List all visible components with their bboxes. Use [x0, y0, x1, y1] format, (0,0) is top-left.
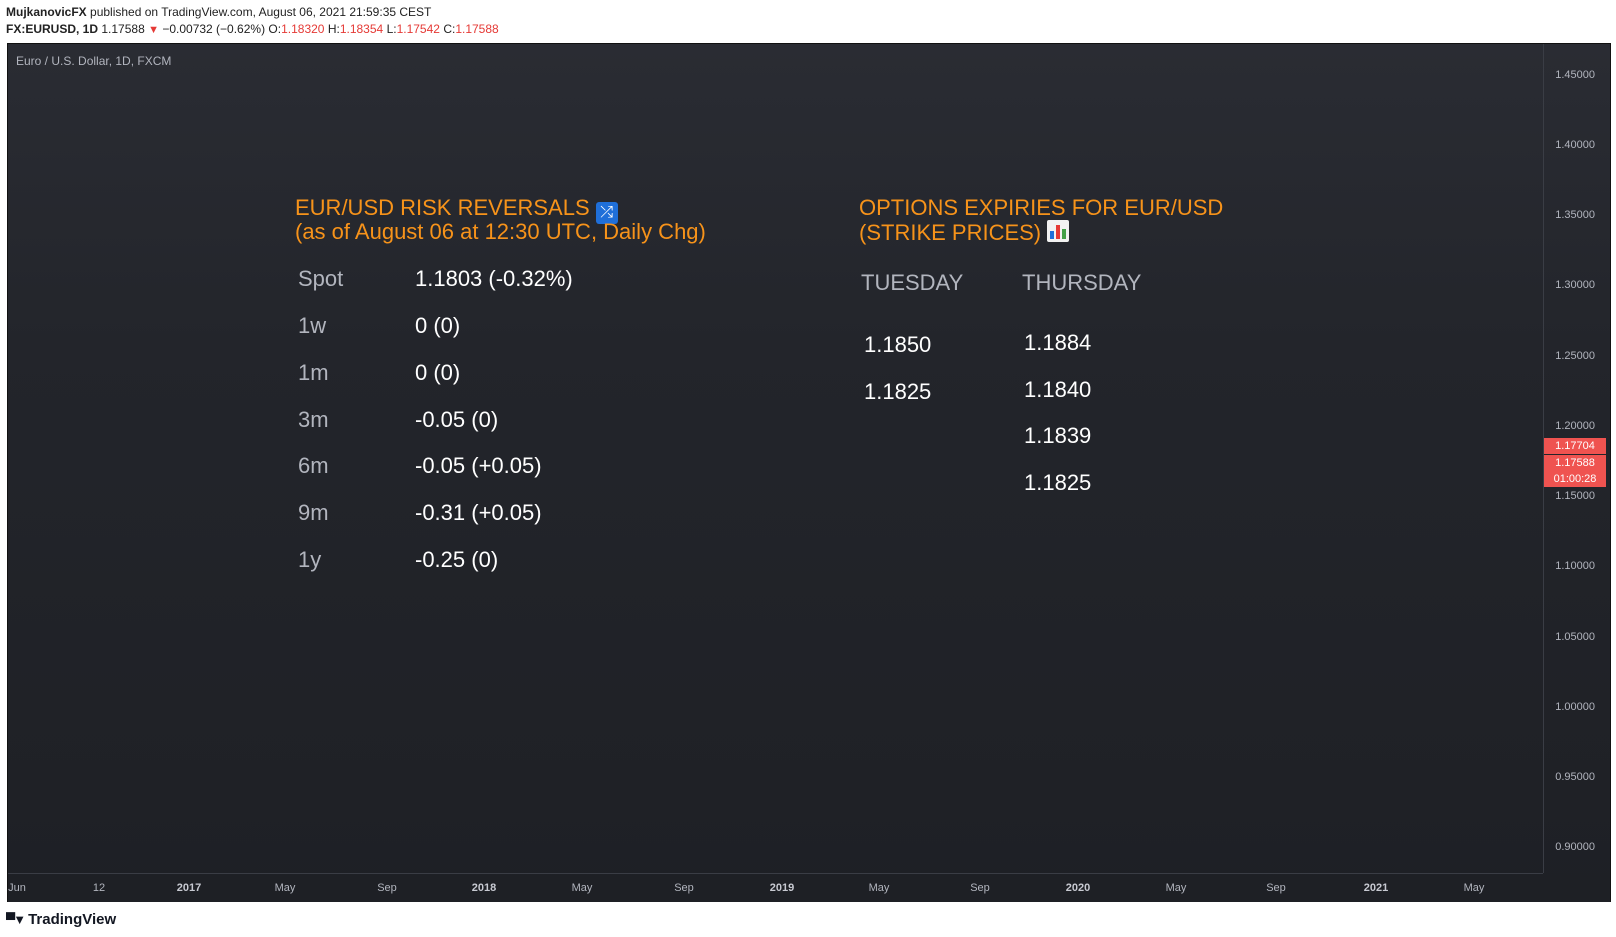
price-tick: 1.15000: [1555, 490, 1595, 502]
rr-value: 1.1803 (-0.32%): [415, 266, 573, 291]
high-price-tag: 1.17704: [1544, 438, 1606, 454]
rr-value: 0 (0): [415, 360, 461, 385]
time-tick: Sep: [1266, 882, 1286, 894]
price-change: −0.00732 (−0.62%): [162, 22, 266, 36]
tradingview-brand: TradingView: [28, 911, 117, 928]
rr-value: -0.25 (0): [415, 547, 499, 572]
time-tick: May: [1463, 882, 1485, 894]
chart-title: Euro / U.S. Dollar, 1D, FXCM: [16, 54, 172, 68]
thursday-strike: 1.1884: [1024, 330, 1092, 355]
price-tick: 0.90000: [1555, 841, 1595, 853]
price-tick: 0.95000: [1555, 771, 1595, 783]
down-arrow-icon: ▼: [148, 24, 159, 36]
time-tick: 2021: [1363, 882, 1389, 894]
time-tick: May: [1165, 882, 1187, 894]
rr-label: 6m: [298, 453, 329, 478]
symbol-name: FX:EURUSD, 1D: [6, 22, 99, 36]
tuesday-strike: 1.1850: [864, 332, 932, 357]
time-tick: 2017: [176, 882, 202, 894]
rr-label: 1w: [298, 313, 327, 338]
author-name[interactable]: MujkanovicFX: [6, 5, 87, 19]
time-tick: Sep: [377, 882, 397, 894]
open-value: 1.18320: [281, 22, 325, 36]
publish-header: MujkanovicFX published on TradingView.co…: [0, 0, 1616, 42]
time-tick: 12: [92, 882, 106, 894]
tradingview-logo-icon: ▀▼: [6, 912, 26, 927]
rr-value: 0 (0): [415, 313, 461, 338]
bar-chart-icon: [1047, 220, 1070, 242]
thursday-strike: 1.1825: [1024, 470, 1092, 495]
chart-pane[interactable]: Euro / U.S. Dollar, 1D, FXCM EUR/USD RIS…: [7, 43, 1611, 903]
last-price-tag: 1.17588: [1544, 455, 1606, 471]
open-label: O:: [268, 22, 282, 36]
rr-label: 1y: [298, 547, 322, 572]
close-value: 1.17588: [455, 22, 499, 36]
price-tick: 1.25000: [1555, 350, 1595, 362]
rr-value: -0.05 (0): [415, 407, 499, 432]
price-tick: 1.10000: [1555, 560, 1595, 572]
price-tick: 1.05000: [1555, 631, 1595, 643]
rr-label: Spot: [298, 266, 344, 291]
time-tick: Jun: [8, 882, 26, 894]
options-expiries-subtitle: (STRIKE PRICES): [859, 220, 1070, 245]
countdown-tag: 01:00:28: [1544, 471, 1606, 487]
footer: ▀▼ TradingView: [0, 902, 1616, 937]
thursday-strike: 1.1840: [1024, 377, 1092, 402]
last-price: 1.17588: [101, 22, 145, 36]
time-axis[interactable]: Jun 12 2017 May Sep 2018 May Sep 2019 Ma…: [8, 873, 1543, 903]
thursday-strike: 1.1839: [1024, 423, 1092, 448]
price-tick: 1.45000: [1555, 69, 1595, 81]
time-tick: 2018: [471, 882, 497, 894]
price-tick: 1.20000: [1555, 420, 1595, 432]
time-tick: Sep: [970, 882, 990, 894]
rr-label: 1m: [298, 360, 329, 385]
rr-value: -0.05 (+0.05): [415, 453, 542, 478]
close-label: C:: [443, 22, 456, 36]
price-tick: 1.00000: [1555, 701, 1595, 713]
price-tick: 1.30000: [1555, 279, 1595, 291]
publish-info: MujkanovicFX published on TradingView.co…: [6, 5, 431, 19]
thursday-header: THURSDAY: [1022, 270, 1142, 295]
risk-reversals-subtitle: (as of August 06 at 12:30 UTC, Daily Chg…: [295, 219, 706, 244]
high-value: 1.18354: [339, 22, 384, 36]
rr-label: 3m: [298, 407, 329, 432]
price-tick: 1.35000: [1555, 209, 1595, 221]
symbol-info: FX:EURUSD, 1D 1.17588 ▼ −0.00732 (−0.62%…: [6, 22, 499, 36]
time-tick: May: [868, 882, 890, 894]
time-tick: 2020: [1065, 882, 1091, 894]
rr-value: -0.31 (+0.05): [415, 500, 542, 525]
time-tick: May: [274, 882, 296, 894]
low-label: L:: [386, 22, 397, 36]
price-tick: 1.40000: [1555, 139, 1595, 151]
time-tick: 2019: [769, 882, 795, 894]
tradingview-logo[interactable]: ▀▼ TradingView: [6, 911, 116, 928]
time-tick: May: [571, 882, 593, 894]
risk-reversals-title-line1: EUR/USD RISK REVERSALS: [295, 195, 590, 220]
low-value: 1.17542: [396, 22, 440, 36]
rr-label: 9m: [298, 500, 329, 525]
publish-date: published on TradingView.com, August 06,…: [90, 5, 432, 19]
tuesday-strike: 1.1825: [864, 379, 932, 404]
options-expiries-title: OPTIONS EXPIRIES FOR EUR/USD: [859, 195, 1224, 220]
options-expiries-subtitle-text: (STRIKE PRICES): [859, 220, 1042, 245]
time-tick: Sep: [674, 882, 694, 894]
high-label: H:: [327, 22, 340, 36]
tuesday-header: TUESDAY: [861, 270, 964, 295]
